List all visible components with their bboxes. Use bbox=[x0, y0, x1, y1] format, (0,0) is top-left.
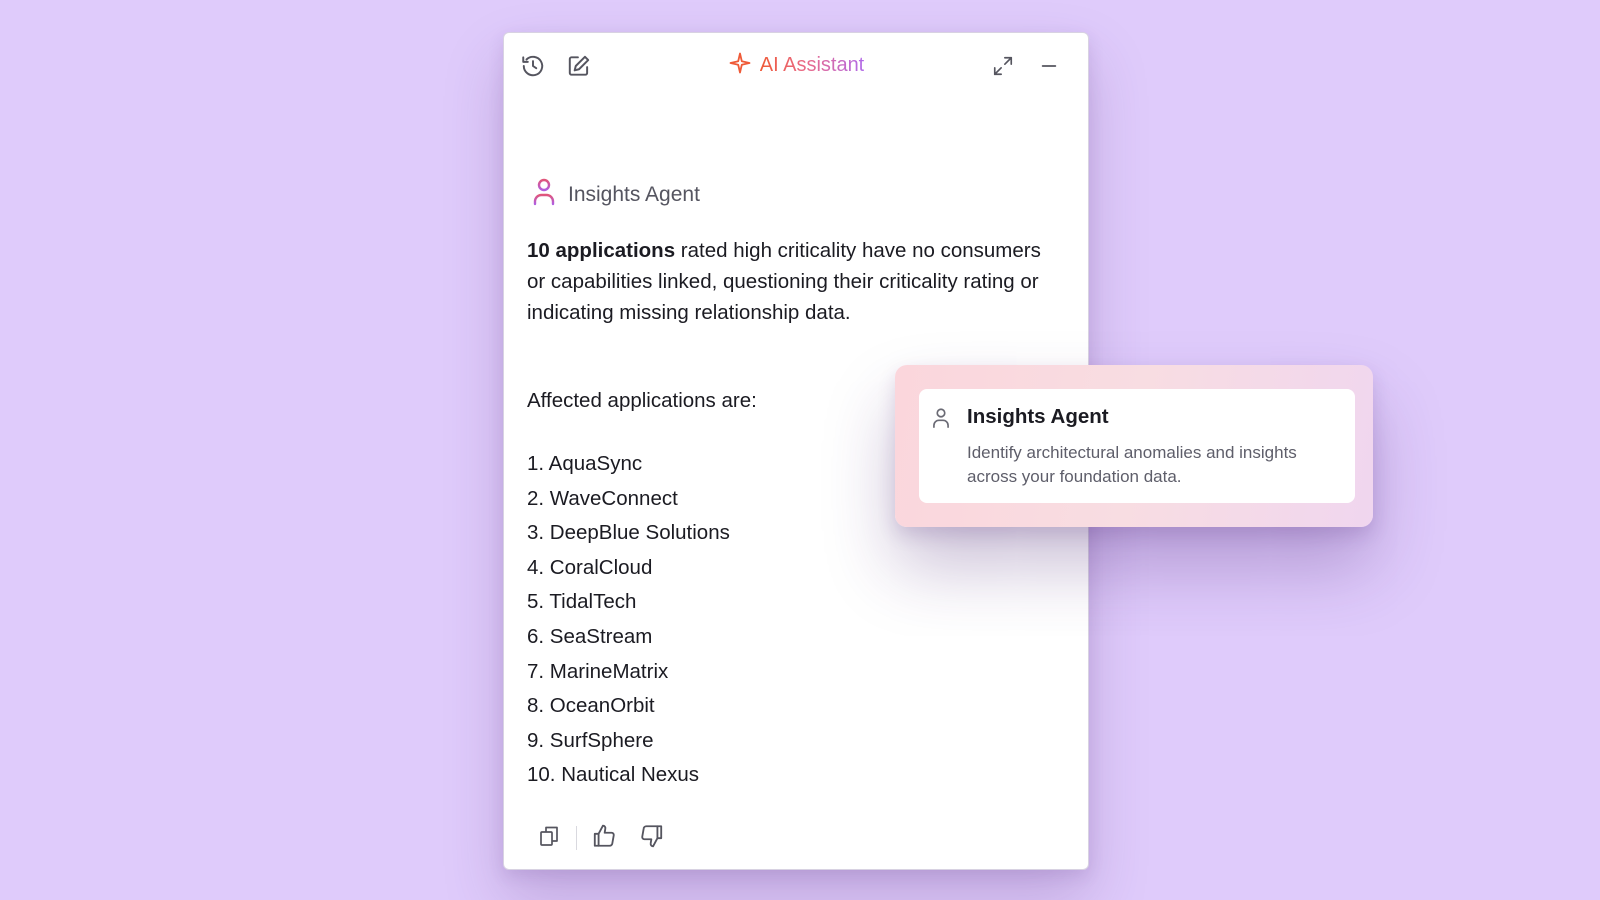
user-icon bbox=[532, 177, 556, 212]
thumbs-down-button[interactable] bbox=[637, 823, 667, 853]
agent-option-title: Insights Agent bbox=[967, 405, 1109, 428]
agent-option-description: Identify architectural anomalies and ins… bbox=[967, 443, 1297, 486]
agent-option-card[interactable]: Insights Agent Identify architectural an… bbox=[919, 389, 1355, 503]
minimize-icon[interactable] bbox=[1036, 53, 1062, 79]
copy-icon bbox=[537, 824, 561, 853]
list-item: 4. CoralCloud bbox=[527, 555, 653, 579]
affected-intro: Affected applications are: bbox=[527, 389, 757, 412]
list-item: 1. AquaSync bbox=[527, 452, 643, 475]
list-item: 3. DeepBlue Solutions bbox=[527, 521, 730, 545]
message-actions bbox=[534, 823, 667, 853]
list-item: 5. TidalTech bbox=[527, 590, 637, 614]
list-item: 2. WaveConnect bbox=[527, 486, 678, 510]
list-item: 7. MarineMatrix bbox=[527, 659, 669, 683]
expand-icon[interactable] bbox=[990, 53, 1016, 79]
list-item: 6. SeaStream bbox=[527, 624, 653, 648]
agent-name: Insights Agent bbox=[568, 182, 700, 206]
list-item: 8. OceanOrbit bbox=[527, 694, 655, 718]
thumbs-down-icon bbox=[639, 823, 665, 854]
thumbs-up-button[interactable] bbox=[589, 823, 619, 853]
agent-popover: Insights Agent Identify architectural an… bbox=[895, 365, 1373, 527]
agent-header: Insights Agent bbox=[532, 177, 700, 212]
thumbs-up-icon bbox=[591, 823, 617, 854]
copy-button[interactable] bbox=[534, 823, 564, 853]
application-list: 1. AquaSync 2. WaveConnect 3. DeepBlue S… bbox=[527, 447, 730, 793]
sparkle-icon bbox=[728, 51, 752, 80]
assistant-message: 10 applications rated high criticality h… bbox=[527, 235, 1057, 328]
list-item: 9. SurfSphere bbox=[527, 728, 654, 752]
list-item: 10. Nautical Nexus bbox=[527, 763, 700, 787]
actions-divider bbox=[576, 826, 577, 850]
panel-header: AI Assistant bbox=[504, 33, 1088, 97]
user-icon bbox=[931, 407, 951, 434]
message-bold-lead: 10 applications bbox=[527, 239, 676, 262]
panel-title-text: AI Assistant bbox=[759, 54, 865, 76]
